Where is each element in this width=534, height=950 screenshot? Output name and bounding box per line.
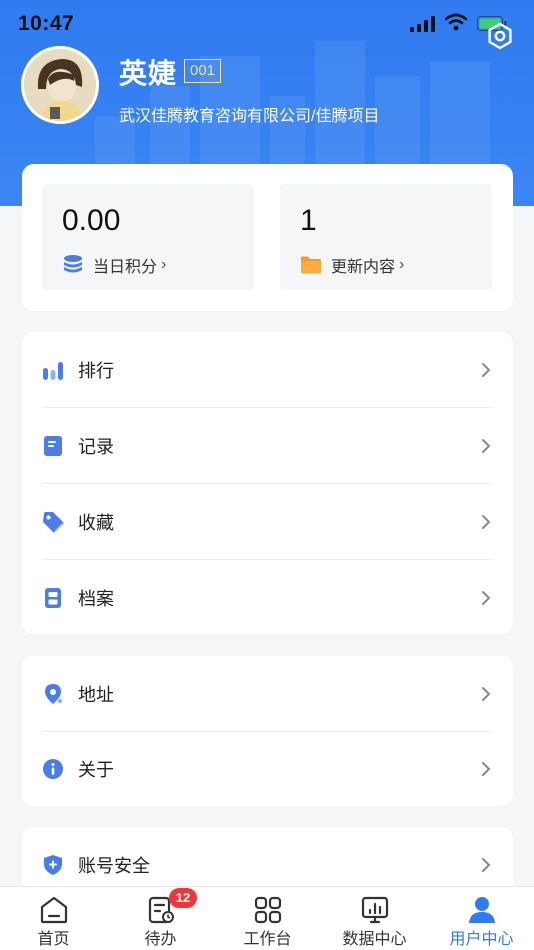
stat-label: 更新内容	[331, 259, 396, 276]
chevron-right-icon	[482, 515, 491, 529]
document-icon	[44, 436, 62, 456]
stat-daily-points[interactable]: 0.00 当日积分 ›	[42, 184, 254, 290]
stat-value: 1	[300, 204, 317, 237]
shield-icon	[44, 855, 62, 875]
stat-updated-content[interactable]: 1 更新内容 ›	[280, 184, 492, 290]
tab-label: 首页	[37, 931, 70, 948]
stats-card: 0.00 当日积分 › 1 更新内容 ›	[22, 164, 513, 311]
todo-count-badge: 12	[169, 888, 197, 908]
archive-icon	[45, 588, 61, 608]
menu-item-label: 排行	[78, 361, 114, 381]
chevron-right-icon	[482, 591, 491, 605]
stat-value: 0.00	[62, 204, 121, 237]
menu-item-records[interactable]: 记录	[22, 408, 513, 484]
chevron-right-icon	[482, 363, 491, 377]
folder-icon	[301, 256, 321, 274]
status-time: 10:47	[18, 12, 75, 35]
menu-item-label: 收藏	[78, 513, 114, 533]
tab-label: 工作台	[243, 931, 292, 948]
menu-item-favorites[interactable]: 收藏	[22, 484, 513, 560]
menu-item-about[interactable]: 关于	[22, 732, 513, 806]
cellular-signal-icon	[410, 16, 435, 32]
chevron-right-icon	[482, 858, 491, 872]
chevron-right-icon	[482, 439, 491, 453]
tab-label: 用户中心	[449, 931, 514, 948]
chevron-right-icon: ›	[399, 256, 405, 273]
tab-home[interactable]: 首页	[0, 887, 107, 950]
tag-icon	[43, 512, 64, 533]
info-icon	[43, 759, 63, 779]
menu-item-archive[interactable]: 档案	[22, 560, 513, 636]
tab-workbench[interactable]: 工作台	[214, 887, 321, 950]
database-icon	[64, 255, 82, 273]
bar-chart-icon	[43, 362, 63, 380]
settings-icon[interactable]	[486, 22, 514, 50]
menu-item-label: 档案	[78, 589, 114, 609]
menu-item-ranking[interactable]: 排行	[22, 332, 513, 408]
tab-data-center[interactable]: 数据中心	[321, 887, 428, 950]
menu-group-main: 排行 记录 收藏 档案	[22, 332, 513, 634]
menu-item-label: 记录	[78, 437, 114, 457]
monitor-chart-icon	[361, 896, 388, 924]
user-icon	[468, 897, 495, 923]
avatar[interactable]	[21, 46, 99, 124]
tab-user-center[interactable]: 用户中心	[428, 887, 534, 950]
chevron-right-icon: ›	[161, 256, 167, 273]
user-name: 英婕	[119, 58, 178, 89]
menu-item-address[interactable]: 地址	[22, 656, 513, 732]
user-code-badge: 001	[184, 59, 222, 83]
stat-label: 当日积分	[93, 259, 158, 276]
bottom-tab-bar: 首页 12 待办 工作台 数据中心 用户中心	[0, 886, 534, 950]
avatar-image	[24, 49, 96, 121]
status-bar: 10:47	[0, 0, 534, 46]
user-organization: 武汉佳腾教育咨询有限公司/佳腾项目	[119, 108, 380, 125]
tab-todo[interactable]: 12 待办	[107, 887, 214, 950]
menu-group-info: 地址 关于	[22, 656, 513, 806]
location-pin-icon	[45, 684, 62, 704]
stat-label-row: 更新内容 ›	[300, 253, 404, 277]
tab-label: 待办	[144, 931, 177, 948]
menu-item-label: 关于	[78, 760, 114, 780]
stat-label-row: 当日积分 ›	[62, 253, 166, 277]
menu-item-label: 地址	[78, 685, 114, 705]
chevron-right-icon	[482, 762, 491, 776]
home-icon	[40, 896, 67, 924]
tab-label: 数据中心	[342, 931, 407, 948]
grid-icon	[254, 896, 281, 924]
menu-item-label: 账号安全	[78, 856, 150, 876]
wifi-icon	[445, 13, 467, 31]
chevron-right-icon	[482, 687, 491, 701]
